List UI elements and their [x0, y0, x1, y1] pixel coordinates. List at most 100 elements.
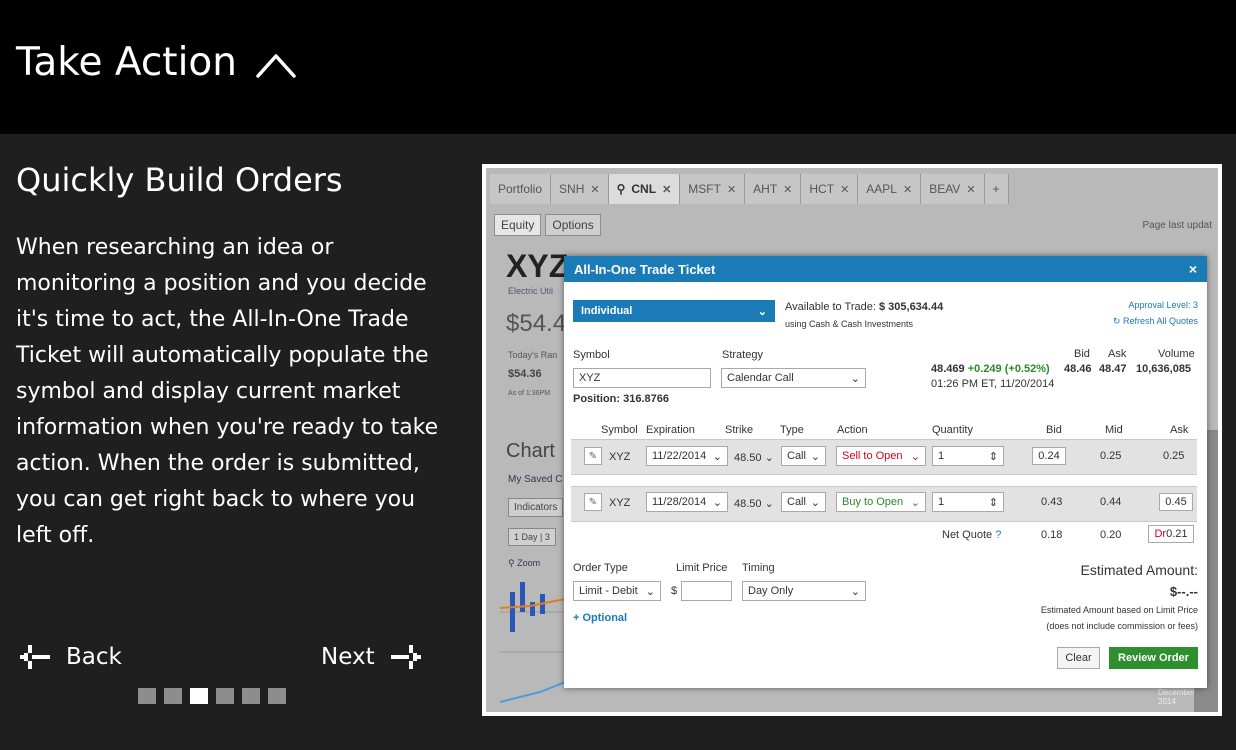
leg2-strike: 48.50	[734, 498, 762, 510]
zoom-label: Zoom	[517, 558, 541, 568]
tab-portfolio[interactable]: Portfolio	[490, 174, 552, 204]
leg1-action-select[interactable]: Sell to Open ⌄	[836, 446, 926, 466]
page-dot[interactable]	[138, 688, 156, 704]
quote-ask: 48.47	[1099, 363, 1127, 375]
chart-date-label: December 2014	[1158, 688, 1218, 706]
section-title: Quickly Build Orders	[16, 161, 343, 199]
zoom-control[interactable]: ⚲ Zoom	[508, 558, 540, 569]
help-icon[interactable]: ?	[995, 529, 1001, 541]
tab-options[interactable]: Options	[545, 214, 601, 236]
chart-heading: Chart	[506, 440, 555, 462]
page-dot[interactable]	[216, 688, 234, 704]
account-select[interactable]: Individual ⌄	[573, 300, 775, 322]
add-tab-button[interactable]: +	[984, 174, 1009, 204]
tab-beav[interactable]: BEAV ✕	[921, 174, 985, 204]
leg1-ask: 0.25	[1163, 450, 1185, 462]
collapse-button[interactable]	[254, 48, 298, 82]
tab-cnl[interactable]: ⚲ CNL ✕	[608, 174, 681, 204]
limit-price-input[interactable]	[681, 581, 732, 601]
tab-snh[interactable]: SNH ✕	[551, 174, 609, 204]
quote-subtabs: Equity Options	[494, 214, 601, 236]
page-updated-text: Page last updat	[1142, 220, 1213, 231]
trade-screenshot: Portfolio SNH ✕ ⚲ CNL ✕ MSFT ✕ AHT ✕ HCT ✕ AAP…	[486, 168, 1218, 712]
volume-header: Volume	[1158, 348, 1195, 360]
leg1-action: Sell to Open	[842, 450, 903, 462]
close-icon[interactable]: ✕	[727, 183, 736, 196]
leg1-quantity-stepper[interactable]: 1 ⇕	[932, 446, 1004, 466]
net-ask: 0.21	[1166, 528, 1188, 540]
strategy-label: Strategy	[722, 349, 763, 361]
quote-price: $54.4	[506, 310, 567, 337]
close-icon[interactable]: ✕	[662, 183, 671, 196]
optional-link[interactable]: + Optional	[573, 612, 627, 624]
timing-select[interactable]: Day Only ⌄	[742, 581, 866, 601]
todays-range-value: $54.36	[508, 368, 542, 380]
leg1-quantity: 1	[938, 450, 945, 462]
quote-volume: 10,636,085	[1136, 363, 1192, 375]
tab-label: AHT	[753, 182, 778, 196]
refresh-icon: ↻	[1112, 316, 1121, 326]
review-order-button[interactable]: Review Order	[1109, 647, 1198, 669]
leg2-action-select[interactable]: Buy to Open ⌄	[836, 492, 926, 512]
tab-hct[interactable]: HCT ✕	[801, 174, 859, 204]
page-dot[interactable]	[268, 688, 286, 704]
stepper-icon: ⇕	[988, 450, 998, 463]
quote-sector: Electric Util	[508, 286, 554, 296]
tab-label: Portfolio	[498, 182, 543, 196]
section-body: When researching an idea or monitoring a…	[16, 235, 439, 548]
leg2-ask[interactable]: 0.45	[1159, 493, 1193, 511]
close-icon[interactable]: ✕	[903, 183, 912, 196]
commission-note: (does not include commission or fees)	[1046, 621, 1198, 631]
position-text: Position: 316.8766	[573, 393, 669, 405]
col-action: Action	[837, 424, 868, 436]
leg1-bid[interactable]: 0.24	[1032, 447, 1066, 465]
refresh-quotes-link[interactable]: ↻ Refresh All Quotes	[1113, 316, 1198, 327]
one-day-button[interactable]: 1 Day | 3	[508, 528, 556, 546]
leg2-type-select[interactable]: Call ⌄	[781, 492, 826, 512]
strategy-select[interactable]: Calendar Call ⌄	[721, 368, 866, 388]
edit-icon[interactable]: ✎	[584, 447, 602, 465]
leg2-expiration-select[interactable]: 11/28/2014 ⌄	[646, 492, 728, 512]
net-quote-label: Net Quote ?	[942, 529, 1001, 541]
chevron-down-icon: ⌄	[910, 450, 920, 463]
tab-equity[interactable]: Equity	[494, 214, 542, 236]
indicators-button[interactable]: Indicators	[508, 498, 564, 517]
symbol-input[interactable]: XYZ	[573, 368, 711, 388]
edit-icon[interactable]: ✎	[584, 493, 602, 511]
leg1-type: Call	[787, 450, 806, 462]
page-dot[interactable]	[164, 688, 182, 704]
tab-label: BEAV	[929, 182, 961, 196]
net-ask-input[interactable]: Dr 0.21	[1148, 525, 1194, 543]
close-icon[interactable]: ✕	[590, 183, 599, 196]
close-icon[interactable]: ✕	[966, 183, 975, 196]
close-icon[interactable]: ×	[1189, 261, 1197, 277]
back-button[interactable]: Back	[18, 641, 122, 673]
next-button[interactable]: Next	[321, 641, 423, 673]
tab-aht[interactable]: AHT ✕	[745, 174, 802, 204]
leg1-expiration-select[interactable]: 11/22/2014 ⌄	[646, 446, 728, 466]
close-icon[interactable]: ✕	[840, 183, 849, 196]
leg2-strike-select[interactable]: 48.50 ⌄	[734, 497, 774, 510]
tab-aapl[interactable]: AAPL ✕	[858, 174, 922, 204]
page-dot[interactable]	[242, 688, 260, 704]
leg1-strike: 48.50	[734, 452, 762, 464]
leg2-action: Buy to Open	[842, 496, 904, 508]
leg1-mid: 0.25	[1100, 450, 1122, 462]
net-quote-text: Net Quote	[942, 529, 993, 541]
page-dot[interactable]	[190, 688, 208, 704]
leg1-type-select[interactable]: Call ⌄	[781, 446, 826, 466]
leg2-bid: 0.43	[1041, 496, 1063, 508]
approval-level-link[interactable]: Approval Level: 3	[1128, 300, 1198, 310]
refresh-label: Refresh All Quotes	[1122, 316, 1198, 326]
my-saved-link[interactable]: My Saved C	[508, 474, 562, 485]
clear-button[interactable]: Clear	[1057, 647, 1100, 669]
chevron-down-icon: ⌄	[910, 496, 920, 509]
order-type-select[interactable]: Limit - Debit ⌄	[573, 581, 661, 601]
leg1-expiration: 11/22/2014	[652, 450, 707, 462]
close-icon[interactable]: ✕	[783, 183, 792, 196]
leg1-strike-select[interactable]: 48.50 ⌄	[734, 451, 774, 464]
tab-msft[interactable]: MSFT ✕	[680, 174, 746, 204]
year-label: 2014	[1158, 697, 1176, 706]
arrow-right-icon	[390, 645, 421, 669]
leg2-quantity-stepper[interactable]: 1 ⇕	[932, 492, 1004, 512]
